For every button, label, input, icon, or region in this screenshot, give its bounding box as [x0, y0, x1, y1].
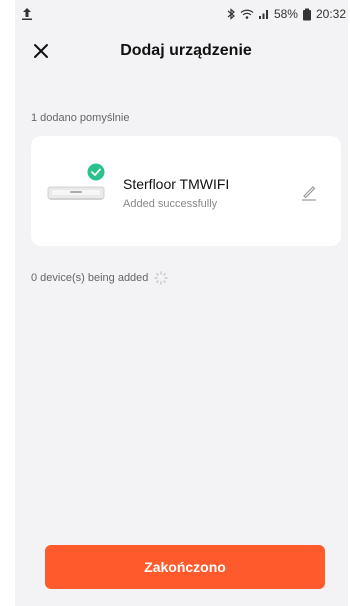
top-bar: Dodaj urządzenie — [0, 34, 350, 68]
device-card[interactable]: Sterfloor TMWIFI Added successfully — [31, 136, 341, 246]
status-bar: 58% 20:32 — [0, 0, 350, 28]
battery-percent: 58% — [273, 7, 298, 21]
upload-arrow-icon — [22, 8, 32, 20]
finish-button[interactable]: Zakończono — [45, 545, 325, 589]
add-device-screen: 58% 20:32 Dodaj urządzenie 1 dodano pomy… — [0, 0, 350, 606]
pencil-icon[interactable] — [299, 182, 319, 202]
device-thumbnail — [47, 186, 105, 200]
device-status: Added successfully — [123, 198, 218, 210]
clock: 20:32 — [315, 7, 346, 21]
check-circle-icon — [87, 163, 105, 181]
adding-count-label: 0 device(s) being added — [31, 272, 149, 284]
page-title: Dodaj urządzenie — [120, 42, 252, 59]
battery-icon — [302, 8, 311, 20]
bluetooth-icon — [227, 8, 235, 20]
device-name: Sterfloor TMWIFI — [123, 176, 230, 192]
success-count-label: 1 dodano pomyślnie — [31, 112, 130, 124]
loading-spinner-icon — [154, 271, 169, 285]
wifi-icon — [240, 9, 254, 19]
status-right: 58% 20:32 — [226, 7, 346, 21]
signal-icon — [258, 10, 268, 19]
content-background — [15, 0, 348, 606]
adding-row: 0 device(s) being added — [31, 271, 169, 285]
